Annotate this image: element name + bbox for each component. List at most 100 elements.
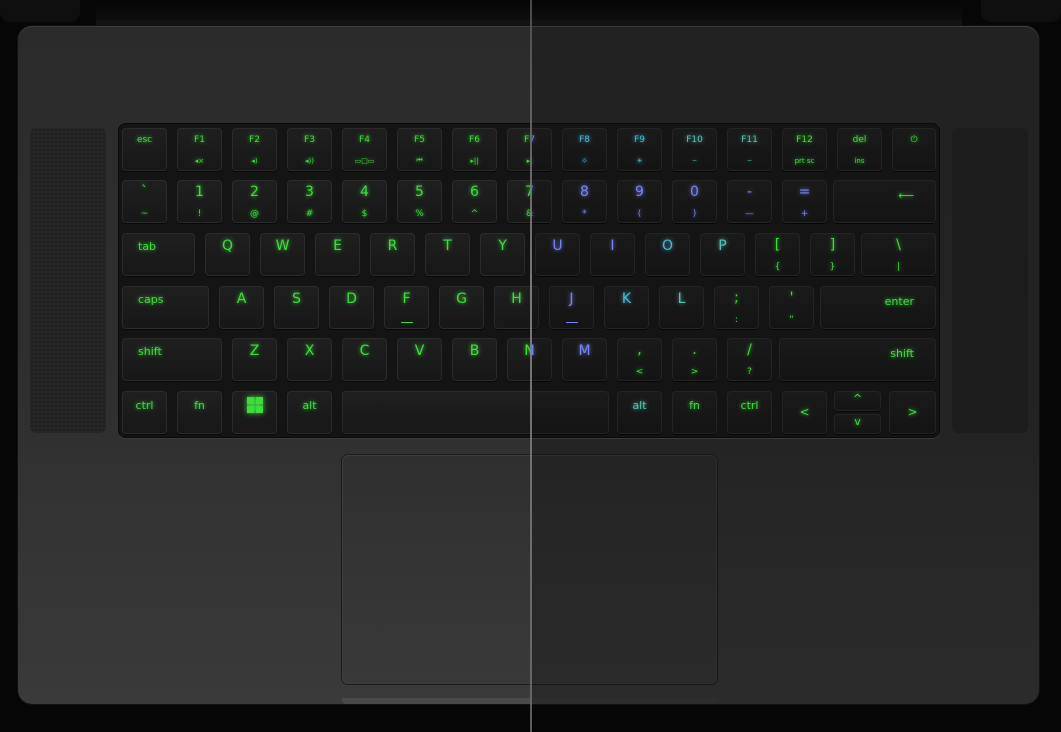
key-windows[interactable] <box>232 391 277 434</box>
key-arrow-left[interactable]: < <box>782 391 827 434</box>
key-f7[interactable]: F7 ▸| <box>531 128 552 171</box>
key-f3[interactable]: F3 ◂)) <box>287 128 332 171</box>
key-m[interactable]: M <box>562 338 607 381</box>
key-n[interactable]: N <box>531 338 552 381</box>
key-c[interactable]: C <box>342 338 387 381</box>
key-arrow-up[interactable]: ^ <box>834 391 881 411</box>
key-n[interactable]: N <box>507 338 531 381</box>
key-sublabel: — <box>745 209 754 219</box>
key-3[interactable]: 3 # <box>287 180 332 223</box>
key-h[interactable]: H <box>494 286 531 329</box>
key-f10[interactable]: F10 ⌢ <box>672 128 717 171</box>
key-semicolon[interactable]: ;: <box>714 286 759 329</box>
key-period[interactable]: . > <box>672 338 717 381</box>
key-q[interactable]: Q <box>205 233 250 276</box>
key-power[interactable]: ⏻ <box>892 128 936 171</box>
lid-corner-left <box>0 0 80 22</box>
key-e[interactable]: E <box>315 233 360 276</box>
key-comma[interactable]: , < <box>617 338 662 381</box>
key-label: A <box>236 291 247 307</box>
key-label: F1 <box>194 135 205 145</box>
key-f12[interactable]: F12 prt sc <box>782 128 827 171</box>
key-f9[interactable]: F9 ☀ <box>617 128 662 171</box>
key-minus[interactable]: - — <box>727 180 772 223</box>
key-8[interactable]: 8 * <box>562 180 607 223</box>
key-left-bracket[interactable]: [{ <box>755 233 800 276</box>
key-arrow-right[interactable]: > <box>889 391 936 434</box>
key-left-ctrl[interactable]: ctrl <box>122 391 167 434</box>
key-x[interactable]: X <box>287 338 332 381</box>
key-u[interactable]: U <box>535 233 580 276</box>
key-left-fn[interactable]: fn <box>177 391 222 434</box>
key-sublabel: ▸|| <box>470 157 479 165</box>
key-backslash[interactable]: \ | <box>861 233 936 276</box>
key-f6[interactable]: F6 ▸|| <box>452 128 497 171</box>
key-right-shift[interactable]: shift <box>779 338 936 381</box>
key-f1[interactable]: F1 ◂× <box>177 128 222 171</box>
key-sublabel: ◂)) <box>305 157 314 165</box>
key-f11[interactable]: F11 ⌢ <box>727 128 772 171</box>
key-right-alt[interactable]: alt <box>617 391 662 434</box>
key-h[interactable]: H <box>531 286 539 329</box>
key-7[interactable]: 7& <box>507 180 531 223</box>
key-g[interactable]: G <box>439 286 484 329</box>
key-k[interactable]: K <box>604 286 649 329</box>
key-1[interactable]: 1! <box>177 180 222 223</box>
key-f8[interactable]: F8 ☼ <box>562 128 607 171</box>
key-5[interactable]: 5% <box>397 180 442 223</box>
key-6[interactable]: 6 ^ <box>452 180 497 223</box>
key-right-ctrl[interactable]: ctrl <box>727 391 772 434</box>
key-2[interactable]: 2 @ <box>232 180 277 223</box>
key-w[interactable]: W <box>260 233 305 276</box>
key-r[interactable]: R <box>370 233 415 276</box>
key-slash[interactable]: /? <box>727 338 772 381</box>
key-b[interactable]: B <box>452 338 497 381</box>
key-right-fn[interactable]: fn <box>672 391 717 434</box>
key-t[interactable]: T <box>425 233 470 276</box>
key-f[interactable]: F <box>384 286 429 329</box>
key-f2[interactable]: F2 ◂) <box>232 128 277 171</box>
key-tab[interactable]: tab <box>122 233 195 276</box>
key-s[interactable]: S <box>274 286 319 329</box>
key-right-bracket[interactable]: ]} <box>810 233 855 276</box>
key-label: F7 <box>531 135 535 145</box>
key-f5[interactable]: F5 ⏮ <box>397 128 442 171</box>
key-4[interactable]: 4 $ <box>342 180 387 223</box>
key-d[interactable]: D <box>329 286 374 329</box>
key-backspace[interactable]: ⟵ <box>833 180 936 223</box>
key-enter[interactable]: enter <box>820 286 936 329</box>
home-row-bump <box>400 322 413 323</box>
key-backtick[interactable]: ` ~ <box>122 180 167 223</box>
key-space[interactable] <box>531 391 609 434</box>
key-label: 5 <box>415 184 424 200</box>
key-f7[interactable]: F7 ▸| <box>507 128 531 171</box>
key-del[interactable]: del ins <box>837 128 882 171</box>
key-label: shift <box>138 345 162 358</box>
key-left-alt[interactable]: alt <box>287 391 332 434</box>
key-j[interactable]: J <box>549 286 594 329</box>
key-o[interactable]: O <box>645 233 690 276</box>
key-f4[interactable]: F4 ▭□▭ <box>342 128 387 171</box>
key-caps-lock[interactable]: caps <box>122 286 209 329</box>
key-0[interactable]: 0) <box>672 180 717 223</box>
key-label: 1 <box>195 184 204 200</box>
key-left-shift[interactable]: shift <box>122 338 222 381</box>
key-i[interactable]: I <box>590 233 635 276</box>
key-sublabel: > <box>690 367 699 377</box>
key-v[interactable]: V <box>397 338 442 381</box>
key-arrow-down[interactable]: v <box>834 414 881 434</box>
key-l[interactable]: L <box>659 286 704 329</box>
key-equals[interactable]: = + <box>782 180 827 223</box>
key-z[interactable]: Z <box>232 338 277 381</box>
key-y[interactable]: Y <box>480 233 525 276</box>
key-7[interactable]: 7& <box>531 180 552 223</box>
key-space[interactable] <box>342 391 531 434</box>
key-label: del <box>852 135 867 145</box>
key-label: 3 <box>305 184 314 200</box>
key-a[interactable]: A <box>219 286 264 329</box>
key-esc[interactable]: esc <box>122 128 167 171</box>
key-label: ⟵ <box>898 189 914 202</box>
key-p[interactable]: P <box>700 233 745 276</box>
key-9[interactable]: 9( <box>617 180 662 223</box>
key-quote[interactable]: ' " <box>769 286 814 329</box>
